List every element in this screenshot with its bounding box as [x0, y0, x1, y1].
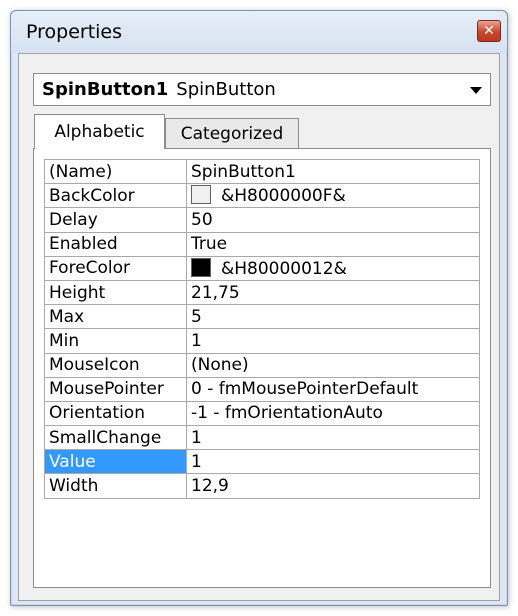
property-grid: (Name) SpinButton1 BackColor &H8000000F&… [44, 158, 480, 499]
property-row[interactable]: SmallChange 1 [44, 425, 480, 451]
property-row-selected[interactable]: Value 1 [44, 449, 480, 475]
property-name[interactable]: MouseIcon [44, 352, 187, 378]
selected-object-name: SpinButton1 [42, 79, 169, 100]
property-value[interactable]: 0 - fmMousePointerDefault [186, 376, 480, 402]
object-selector-dropdown[interactable]: SpinButton1 SpinButton [33, 73, 491, 106]
property-value[interactable]: 50 [186, 207, 480, 233]
backcolor-value-text: &H8000000F& [221, 186, 346, 207]
property-name[interactable]: SmallChange [44, 425, 187, 451]
property-value[interactable]: -1 - fmOrientationAuto [186, 400, 480, 427]
property-name[interactable]: BackColor [44, 183, 187, 209]
property-value[interactable]: (None) [186, 352, 480, 378]
property-name[interactable]: Min [44, 328, 187, 354]
property-name[interactable]: Orientation [44, 400, 187, 427]
window-title: Properties [26, 21, 123, 43]
property-row[interactable]: BackColor &H8000000F& [44, 183, 480, 209]
property-row[interactable]: Max 5 [44, 304, 480, 330]
property-value[interactable]: True [186, 231, 480, 257]
property-value[interactable]: SpinButton1 [186, 158, 480, 185]
property-grid-frame: (Name) SpinButton1 BackColor &H8000000F&… [33, 148, 491, 588]
property-row[interactable]: Height 21,75 [44, 279, 480, 306]
property-value[interactable]: 21,75 [186, 279, 480, 306]
forecolor-value-text: &H80000012& [221, 258, 347, 279]
property-name[interactable]: Height [44, 279, 187, 306]
property-row[interactable]: Width 12,9 [44, 473, 480, 499]
property-name[interactable]: (Name) [44, 158, 187, 185]
property-row[interactable]: (Name) SpinButton1 [44, 158, 480, 185]
property-value[interactable]: 1 [186, 425, 480, 451]
property-value[interactable]: 12,9 [186, 473, 480, 499]
forecolor-swatch [191, 257, 211, 277]
property-name[interactable]: ForeColor [44, 255, 187, 281]
property-row[interactable]: Min 1 [44, 328, 480, 354]
properties-panel: SpinButton1 SpinButton Alphabetic Catego… [18, 53, 500, 601]
property-name[interactable]: MousePointer [44, 376, 187, 402]
close-button[interactable]: ✕ [477, 20, 501, 42]
property-value[interactable]: 5 [186, 304, 480, 330]
property-name[interactable]: Value [44, 449, 187, 475]
property-name[interactable]: Width [44, 473, 187, 499]
property-row[interactable]: Orientation -1 - fmOrientationAuto [44, 400, 480, 427]
tab-categorized[interactable]: Categorized [165, 118, 299, 148]
property-value[interactable]: &H8000000F& [186, 183, 480, 209]
tab-alphabetic[interactable]: Alphabetic [34, 114, 165, 149]
property-row[interactable]: Enabled True [44, 231, 480, 257]
property-row[interactable]: MouseIcon (None) [44, 352, 480, 378]
backcolor-swatch [191, 185, 211, 205]
chevron-down-icon[interactable] [470, 87, 482, 94]
property-name[interactable]: Max [44, 304, 187, 330]
property-value[interactable]: 1 [186, 328, 480, 354]
property-value[interactable]: &H80000012& [186, 255, 480, 281]
title-bar[interactable]: Properties ✕ [11, 11, 507, 53]
properties-window: Properties ✕ SpinButton1 SpinButton Alph… [10, 10, 508, 606]
selected-object-type: SpinButton [176, 79, 276, 100]
property-value[interactable]: 1 [186, 449, 480, 475]
property-name[interactable]: Delay [44, 207, 187, 233]
property-name[interactable]: Enabled [44, 231, 187, 257]
close-icon: ✕ [483, 23, 495, 39]
property-row[interactable]: Delay 50 [44, 207, 480, 233]
property-row[interactable]: ForeColor &H80000012& [44, 255, 480, 281]
property-row[interactable]: MousePointer 0 - fmMousePointerDefault [44, 376, 480, 402]
